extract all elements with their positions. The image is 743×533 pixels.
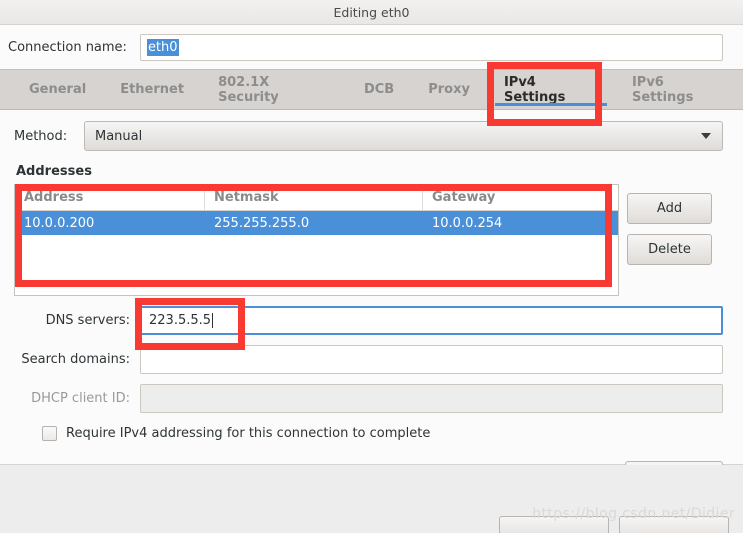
dns-servers-label: DNS servers: bbox=[45, 313, 130, 328]
method-dropdown[interactable]: Manual bbox=[84, 121, 723, 151]
dhcp-client-id-label: DHCP client ID: bbox=[31, 391, 130, 406]
table-row[interactable]: 10.0.0.200 255.255.255.0 10.0.0.254 bbox=[15, 211, 618, 235]
method-label: Method: bbox=[14, 128, 68, 144]
require-ipv4-row: Require IPv4 addressing for this connect… bbox=[14, 426, 723, 441]
cell-address: 10.0.0.200 bbox=[24, 215, 95, 231]
connection-name-label: Connection name: bbox=[8, 40, 127, 55]
dialog-buttons bbox=[499, 516, 729, 533]
method-value: Manual bbox=[95, 128, 143, 144]
addresses-table-area: Address Netmask Gateway 10.0.0.200 255.2… bbox=[14, 184, 723, 296]
delete-button[interactable]: Delete bbox=[627, 234, 712, 265]
connection-name-row: Connection name: eth0 bbox=[0, 25, 743, 69]
cell-gateway: 10.0.0.254 bbox=[432, 215, 503, 231]
tab-bar: General Ethernet 802.1X Security DCB Pro… bbox=[0, 69, 743, 110]
tab-ethernet[interactable]: Ethernet bbox=[103, 70, 201, 109]
tab-ipv6-settings[interactable]: IPv6 Settings bbox=[615, 70, 743, 109]
search-domains-label: Search domains: bbox=[21, 352, 130, 367]
connection-name-input[interactable]: eth0 bbox=[139, 34, 723, 61]
add-button[interactable]: Add bbox=[627, 193, 712, 224]
chevron-down-icon bbox=[701, 133, 711, 139]
cell-netmask: 255.255.255.0 bbox=[214, 215, 310, 231]
table-header-row: Address Netmask Gateway bbox=[15, 185, 618, 211]
method-row: Method: Manual bbox=[14, 110, 723, 151]
dhcp-client-id-input bbox=[140, 384, 723, 413]
require-ipv4-checkbox[interactable] bbox=[42, 426, 57, 441]
action-bar bbox=[0, 465, 743, 533]
tab-general[interactable]: General bbox=[12, 70, 103, 109]
cancel-button[interactable] bbox=[499, 516, 609, 533]
dns-servers-value: 223.5.5.5 bbox=[149, 313, 212, 328]
ipv4-settings-panel: Method: Manual Addresses Address Netmask… bbox=[0, 110, 743, 492]
require-ipv4-label: Require IPv4 addressing for this connect… bbox=[66, 426, 431, 441]
addresses-section-label: Addresses bbox=[16, 164, 92, 179]
address-action-buttons: Add Delete bbox=[627, 184, 712, 265]
dhcp-client-id-row: DHCP client ID: bbox=[14, 384, 723, 413]
text-cursor bbox=[212, 313, 214, 328]
tab-dcb[interactable]: DCB bbox=[347, 70, 411, 109]
tab-8021x-security[interactable]: 802.1X Security bbox=[201, 70, 347, 109]
column-header-address[interactable]: Address bbox=[15, 185, 205, 210]
tab-proxy[interactable]: Proxy bbox=[411, 70, 487, 109]
column-header-netmask[interactable]: Netmask bbox=[205, 185, 423, 210]
search-domains-row: Search domains: bbox=[14, 345, 723, 374]
window-title: Editing eth0 bbox=[333, 4, 410, 20]
dns-servers-input[interactable]: 223.5.5.5 bbox=[140, 306, 723, 335]
save-button[interactable] bbox=[619, 516, 729, 533]
tab-ipv4-settings[interactable]: IPv4 Settings bbox=[486, 70, 615, 109]
column-header-gateway[interactable]: Gateway bbox=[423, 185, 618, 210]
search-domains-input[interactable] bbox=[140, 345, 723, 374]
dns-servers-row: DNS servers: 223.5.5.5 bbox=[14, 306, 723, 335]
dialog-body: Connection name: eth0 General Ethernet 8… bbox=[0, 25, 743, 492]
title-bar: Editing eth0 bbox=[0, 0, 743, 25]
addresses-table[interactable]: Address Netmask Gateway 10.0.0.200 255.2… bbox=[14, 184, 619, 296]
connection-name-value: eth0 bbox=[146, 39, 179, 56]
